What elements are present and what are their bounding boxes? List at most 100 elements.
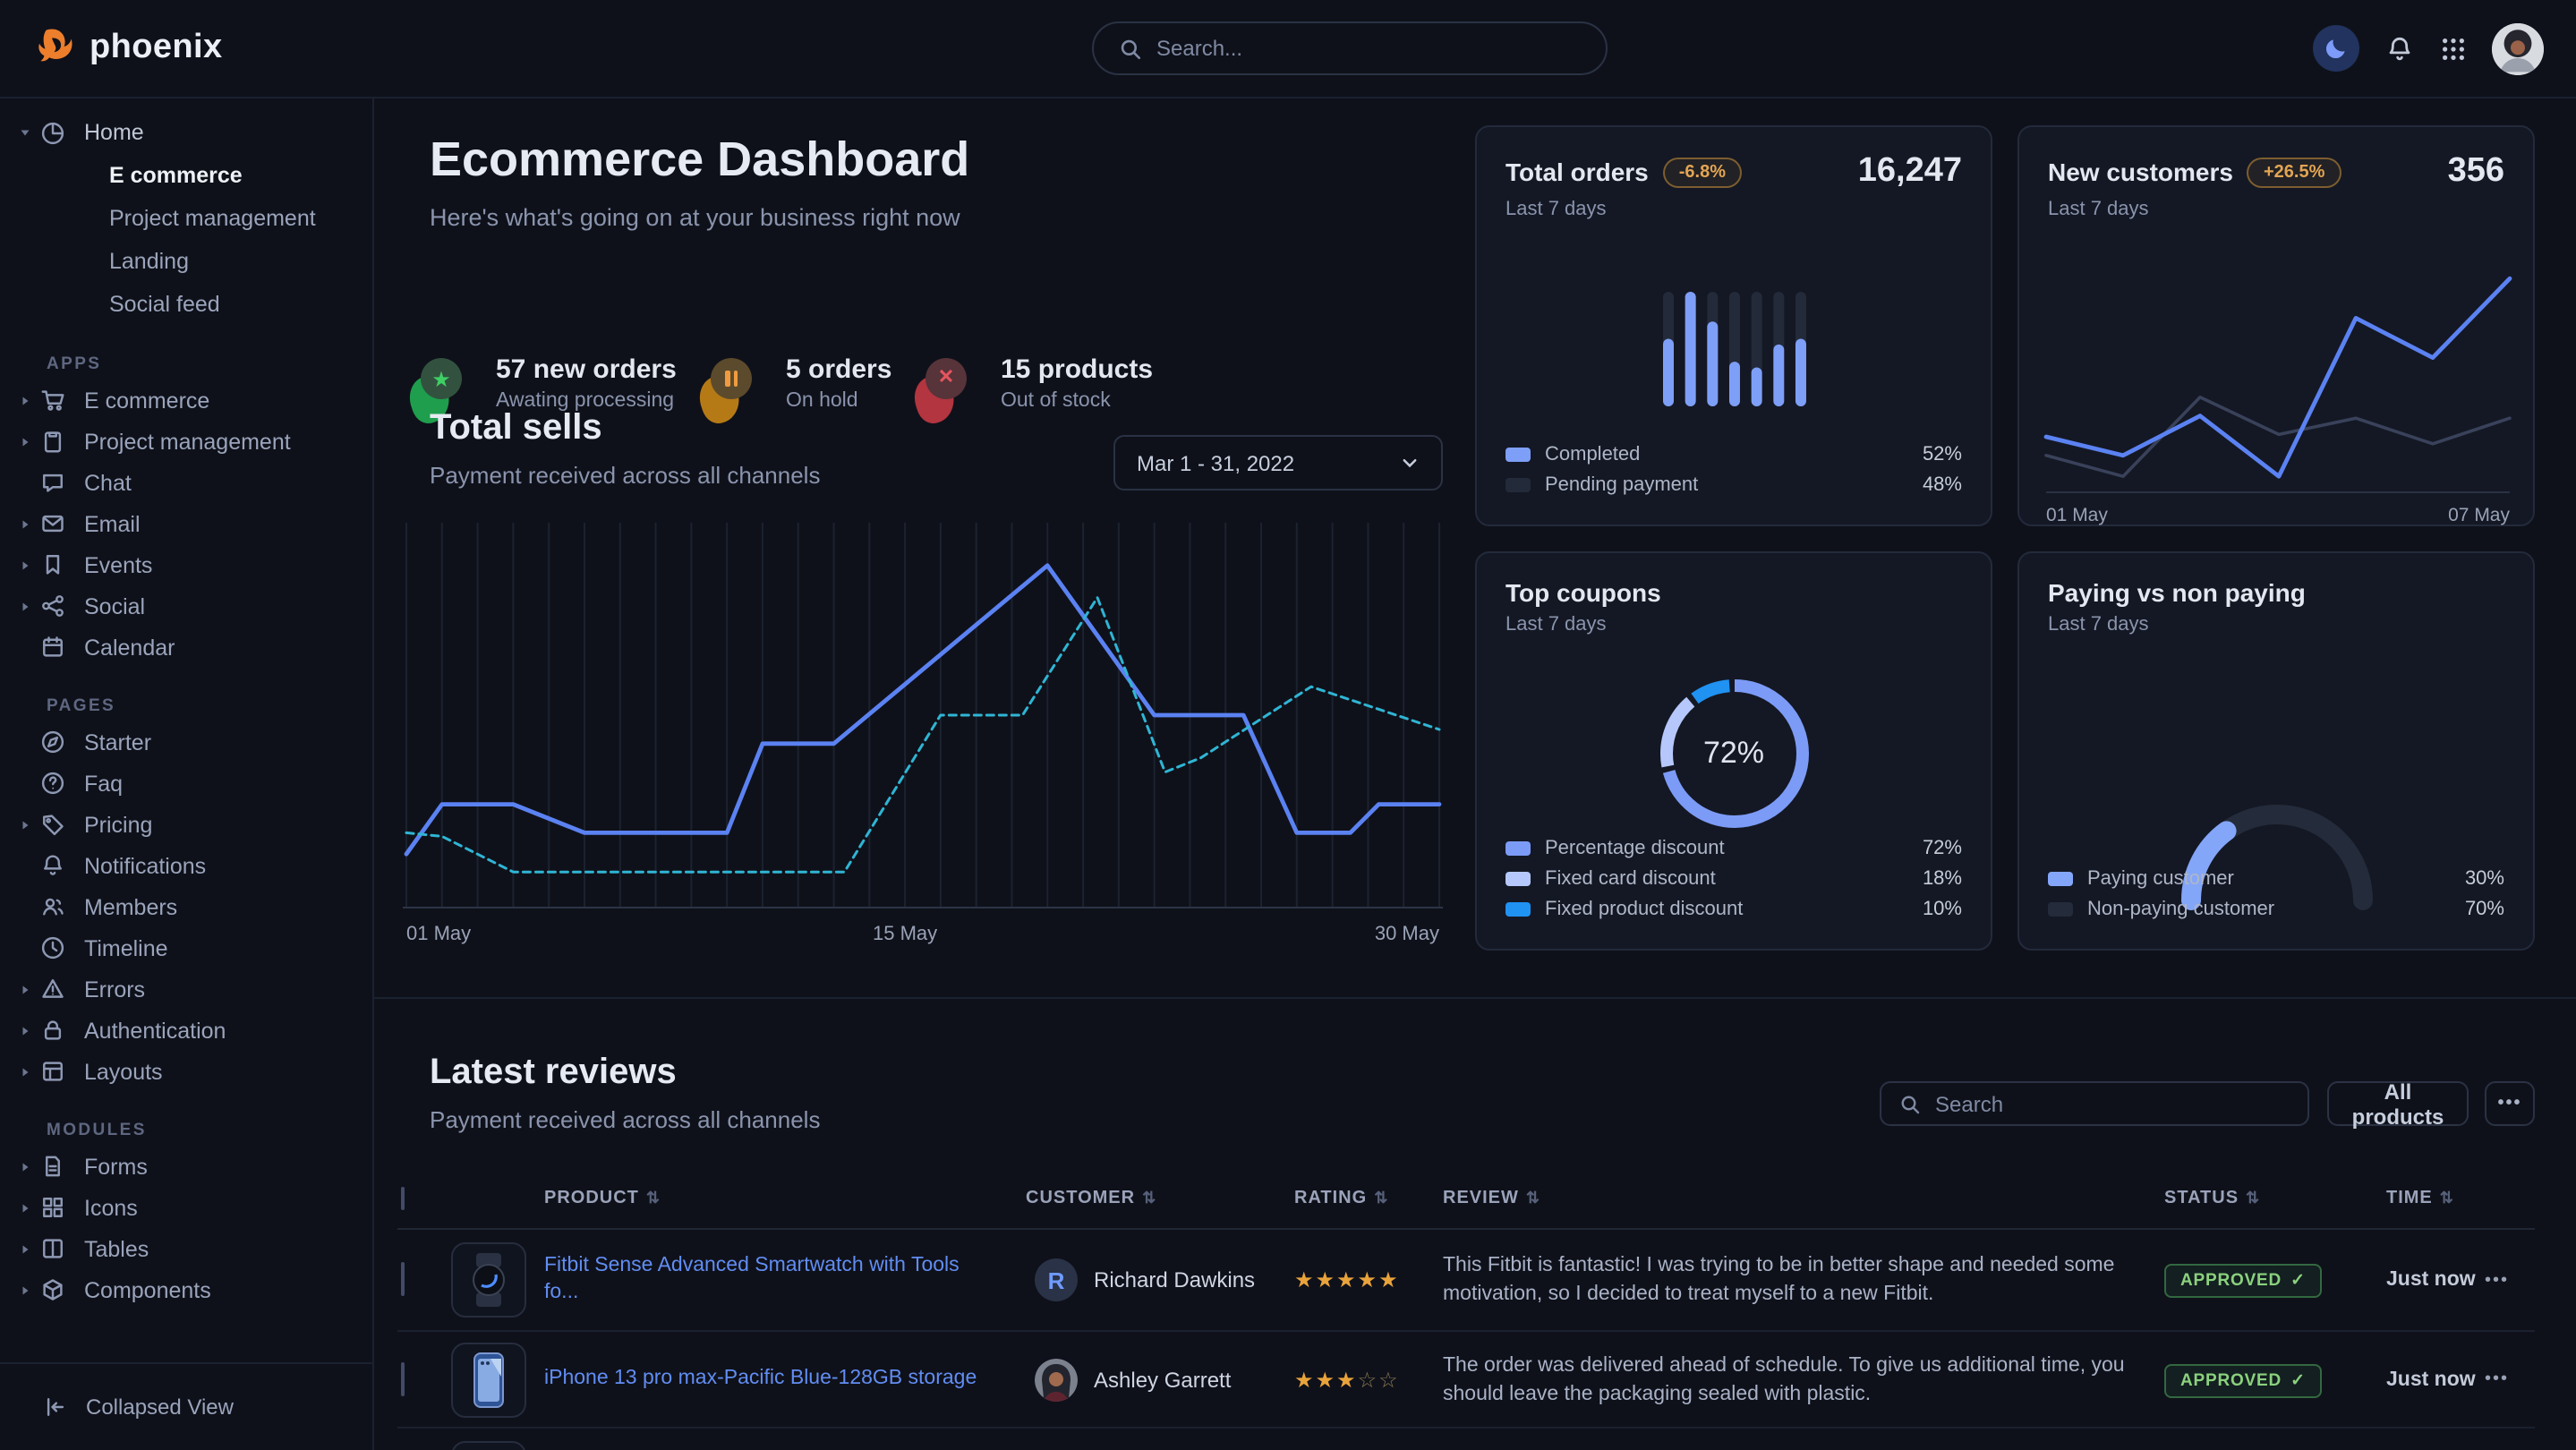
sidebar-item-label: Chat xyxy=(84,470,132,495)
legend-swatch xyxy=(1506,871,1531,885)
sidebar-item-label: E commerce xyxy=(84,388,209,413)
card-title: Total orders xyxy=(1506,158,1649,186)
sidebar-section-label: PAGES xyxy=(0,689,372,721)
theme-toggle-button[interactable] xyxy=(2313,25,2359,72)
sidebar-item-project-management[interactable]: Project management xyxy=(0,421,372,462)
sidebar-item-timeline[interactable]: Timeline xyxy=(0,927,372,968)
column-header-customer[interactable]: CUSTOMER⇅ xyxy=(1026,1188,1294,1207)
caret-right-icon xyxy=(18,558,36,572)
sidebar-item-layouts[interactable]: Layouts xyxy=(0,1051,372,1092)
sidebar-item-faq[interactable]: Faq xyxy=(0,763,372,804)
all-products-button[interactable]: All products xyxy=(2327,1081,2469,1126)
column-header-product[interactable]: PRODUCT⇅ xyxy=(544,1188,1026,1207)
reviews-more-button[interactable]: ••• xyxy=(2485,1081,2535,1126)
status-badge: APPROVED ✓ xyxy=(2164,1264,2322,1298)
row-actions-button[interactable]: ••• xyxy=(2485,1270,2535,1290)
share-icon xyxy=(39,593,66,619)
legend-label: Completed xyxy=(1545,443,1640,465)
row-checkbox[interactable] xyxy=(401,1361,405,1395)
sidebar-item-components[interactable]: Components xyxy=(0,1269,372,1310)
box-icon xyxy=(39,1276,66,1303)
sidebar-item-label: Starter xyxy=(84,729,151,755)
column-header-review[interactable]: REVIEW⇅ xyxy=(1443,1188,2164,1207)
layout-icon xyxy=(39,1058,66,1085)
topbar: phoenix Search... xyxy=(0,0,2576,98)
sidebar-item-e-commerce[interactable]: E commerce xyxy=(0,380,372,421)
global-search-input[interactable]: Search... xyxy=(1092,21,1608,75)
users-icon xyxy=(39,893,66,920)
sidebar-item-members[interactable]: Members xyxy=(0,886,372,927)
sidebar-item-landing[interactable]: Landing xyxy=(0,240,372,283)
bell-icon xyxy=(39,852,66,879)
sidebar-item-calendar[interactable]: Calendar xyxy=(0,627,372,668)
donut-center-value: 72% xyxy=(1626,646,1841,861)
row-checkbox[interactable] xyxy=(401,1262,405,1296)
legend-value: 70% xyxy=(2465,898,2504,919)
sidebar-item-forms[interactable]: Forms xyxy=(0,1146,372,1187)
brand[interactable]: phoenix xyxy=(29,0,223,97)
svg-text:07 May: 07 May xyxy=(2448,505,2510,525)
brand-name: phoenix xyxy=(90,29,223,68)
caret-right-icon xyxy=(18,1283,36,1297)
user-avatar[interactable] xyxy=(2492,22,2544,74)
sidebar-item-home[interactable]: Home xyxy=(0,111,372,154)
sidebar-item-project-management[interactable]: Project management xyxy=(0,197,372,240)
customer-avatar xyxy=(1035,1358,1078,1401)
sidebar-item-email[interactable]: Email xyxy=(0,503,372,544)
sidebar-item-social-feed[interactable]: Social feed xyxy=(0,283,372,326)
collapsed-view-toggle[interactable]: Collapsed View xyxy=(0,1362,372,1450)
check-icon: ✓ xyxy=(2290,1271,2306,1291)
column-header-time[interactable]: TIME⇅ xyxy=(2386,1188,2485,1207)
sidebar-item-tables[interactable]: Tables xyxy=(0,1228,372,1269)
total-sells-title: Total sells xyxy=(430,408,602,449)
sidebar-item-label: E commerce xyxy=(109,163,243,188)
product-link[interactable]: Fitbit Sense Advanced Smartwatch with To… xyxy=(544,1253,1026,1307)
reviews-table: PRODUCT⇅CUSTOMER⇅RATING⇅REVIEW⇅STATUS⇅TI… xyxy=(397,1167,2535,1450)
latest-reviews-title: Latest reviews xyxy=(430,1053,677,1094)
sidebar-item-e-commerce[interactable]: E commerce xyxy=(0,154,372,197)
collapse-icon xyxy=(43,1395,68,1420)
sidebar-item-pricing[interactable]: Pricing xyxy=(0,804,372,845)
calendar-icon xyxy=(39,634,66,661)
svg-text:15 May: 15 May xyxy=(873,922,937,944)
sidebar-item-errors[interactable]: Errors xyxy=(0,968,372,1010)
search-icon xyxy=(1119,37,1142,60)
sidebar-item-label: Layouts xyxy=(84,1059,163,1084)
sidebar-item-events[interactable]: Events xyxy=(0,544,372,585)
page-subtitle: Here's what's going on at your business … xyxy=(430,204,960,231)
coupons-legend: Percentage discount 72% Fixed card disco… xyxy=(1506,832,1962,924)
paying-legend: Paying customer 30% Non-paying customer … xyxy=(2048,863,2504,924)
pause-status-icon xyxy=(707,354,761,422)
phoenix-logo-icon xyxy=(29,25,75,72)
sidebar-item-authentication[interactable]: Authentication xyxy=(0,1010,372,1051)
review-text: This Fitbit is fantastic! I was trying t… xyxy=(1443,1251,2164,1309)
sidebar-item-label: Tables xyxy=(84,1236,149,1261)
sidebar-item-starter[interactable]: Starter xyxy=(0,721,372,763)
column-header-status[interactable]: STATUS⇅ xyxy=(2164,1188,2386,1207)
select-all-checkbox[interactable] xyxy=(401,1186,405,1209)
row-actions-button[interactable]: ••• xyxy=(2485,1369,2535,1389)
notifications-button[interactable] xyxy=(2384,33,2415,64)
sidebar-item-social[interactable]: Social xyxy=(0,585,372,627)
review-row: iPhone 13 pro max-Pacific Blue-128GB sto… xyxy=(397,1332,2535,1429)
sidebar-item-notifications[interactable]: Notifications xyxy=(0,845,372,886)
total-sells-chart: 01 May15 May30 May xyxy=(403,523,1443,952)
apps-grid-button[interactable] xyxy=(2440,35,2467,62)
column-header-rating[interactable]: RATING⇅ xyxy=(1294,1188,1443,1207)
legend-value: 30% xyxy=(2465,867,2504,889)
date-range-select[interactable]: Mar 1 - 31, 2022 xyxy=(1113,435,1443,490)
legend-value: 72% xyxy=(1923,837,1962,858)
sidebar-item-label: Calendar xyxy=(84,635,175,660)
legend-swatch xyxy=(1506,840,1531,855)
sidebar-item-label: Project management xyxy=(84,429,291,454)
sidebar-item-chat[interactable]: Chat xyxy=(0,462,372,503)
reviews-search-input[interactable]: Search xyxy=(1880,1081,2309,1126)
topbar-actions xyxy=(2313,0,2544,97)
compass-icon xyxy=(39,729,66,755)
stat-value: 57 new orders xyxy=(496,354,677,387)
sidebar-item-icons[interactable]: Icons xyxy=(0,1187,372,1228)
sidebar-item-label: Social xyxy=(84,593,145,618)
product-link[interactable]: iPhone 13 pro max-Pacific Blue-128GB sto… xyxy=(544,1366,1026,1393)
top-coupons-card: Top coupons Last 7 days 72% Percentage d… xyxy=(1475,551,1992,951)
stat-2: ✕ 15 products Out of stock xyxy=(922,354,1153,422)
